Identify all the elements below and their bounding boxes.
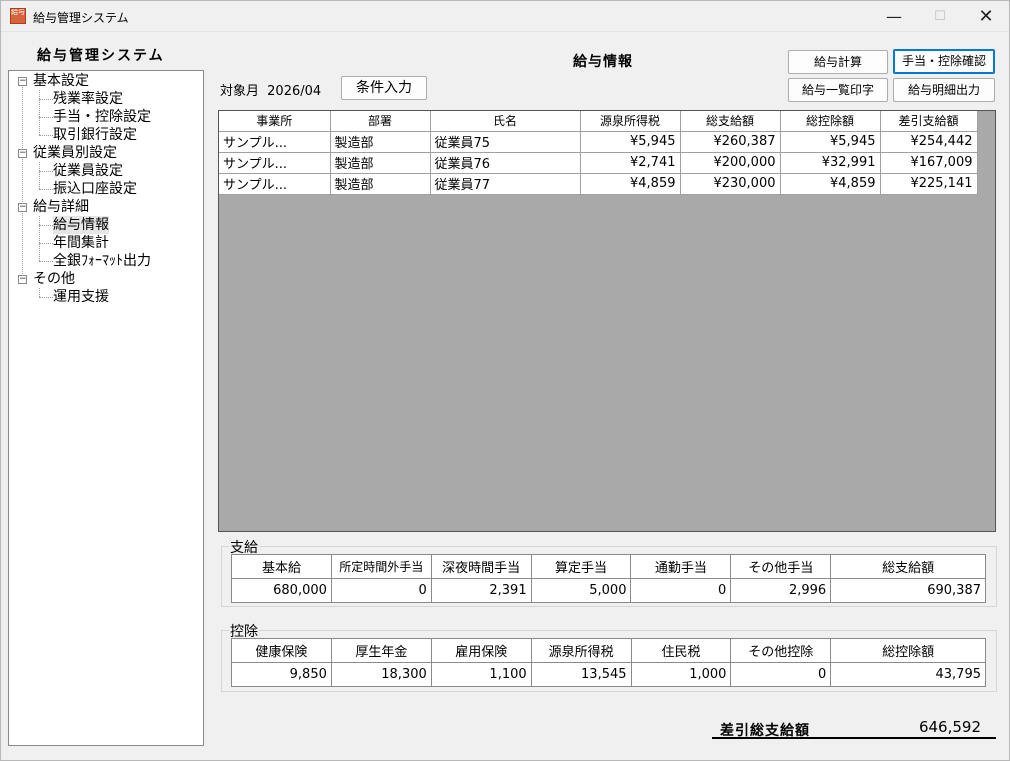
deduction-header: 住民税 — [630, 638, 732, 663]
grid-cell[interactable]: ¥254,442 — [880, 131, 978, 153]
payment-header: 通勤手当 — [630, 554, 732, 579]
payment-header: 所定時間外手当 — [330, 554, 432, 579]
condition-input-button[interactable]: 条件入力 — [341, 76, 427, 100]
target-month-value: 2026/04 — [267, 84, 322, 99]
collapse-icon[interactable]: − — [18, 77, 27, 86]
navigation-tree: − 基本設定 残業率設定 手当・控除設定 取引銀行設定 − 従業員別設定 従業員… — [8, 70, 204, 746]
grid-cell[interactable]: サンプル... — [219, 173, 331, 195]
grid-cell[interactable]: ¥32,991 — [780, 152, 881, 174]
tree-item-bank-settings[interactable]: 取引銀行設定 — [53, 126, 137, 144]
tree-node-basic-settings[interactable]: 基本設定 — [33, 72, 89, 90]
deduction-header: その他控除 — [730, 638, 832, 663]
deduction-value: 0 — [730, 662, 832, 687]
deduction-value: 9,850 — [231, 662, 332, 687]
grid-header[interactable]: 事業所 — [219, 111, 331, 132]
grid-cell[interactable]: ¥200,000 — [680, 152, 781, 174]
grid-cell[interactable]: サンプル... — [219, 131, 331, 153]
table-row[interactable]: サンプル... 製造部 従業員76 ¥2,741 ¥200,000 ¥32,99… — [219, 152, 978, 174]
table-row[interactable]: サンプル... 製造部 従業員75 ¥5,945 ¥260,387 ¥5,945… — [219, 131, 978, 153]
deduction-header: 総控除額 — [830, 638, 986, 663]
deduction-value: 13,545 — [530, 662, 632, 687]
grid-header[interactable]: 部署 — [330, 111, 431, 132]
payment-header: 基本給 — [231, 554, 332, 579]
grid-cell[interactable]: 従業員77 — [430, 173, 581, 195]
close-icon[interactable]: ✕ — [963, 1, 1009, 32]
grid-cell[interactable]: 製造部 — [330, 173, 431, 195]
page-title: 給与情報 — [573, 54, 633, 70]
tree-item-allowance-settings[interactable]: 手当・控除設定 — [53, 108, 151, 126]
allowance-check-button[interactable]: 手当・控除確認 — [893, 49, 995, 74]
list-print-button[interactable]: 給与一覧印字 — [788, 78, 888, 102]
payment-value: 0 — [330, 578, 432, 603]
payroll-grid[interactable]: 事業所 部署 氏名 源泉所得税 総支給額 総控除額 差引支給額 サンプル... … — [218, 110, 996, 532]
deduction-header: 雇用保険 — [430, 638, 532, 663]
tree-item-employee-config[interactable]: 従業員設定 — [53, 162, 123, 180]
deduction-total: 43,795 — [830, 662, 986, 687]
grid-header[interactable]: 総支給額 — [680, 111, 781, 132]
deduction-header: 厚生年金 — [330, 638, 432, 663]
payment-value: 2,996 — [730, 578, 832, 603]
grid-cell[interactable]: ¥4,859 — [780, 173, 881, 195]
calc-button[interactable]: 給与計算 — [788, 50, 888, 74]
collapse-icon[interactable]: − — [18, 203, 27, 212]
payment-header: 総支給額 — [830, 554, 986, 579]
sidebar-title: 給与管理システム — [37, 48, 165, 64]
grid-cell[interactable]: ¥2,741 — [580, 152, 681, 174]
grid-header[interactable]: 氏名 — [430, 111, 581, 132]
payment-total: 690,387 — [830, 578, 986, 603]
app-logo-icon: 給与 — [10, 8, 26, 24]
grid-cell[interactable]: ¥4,859 — [580, 173, 681, 195]
collapse-icon[interactable]: − — [18, 275, 27, 284]
net-pay-value: 646,592 — [918, 718, 981, 736]
tree-item-zengin-export[interactable]: 全銀ﾌｫｰﾏｯﾄ出力 — [53, 252, 151, 270]
tree-item-operation-support[interactable]: 運用支援 — [53, 288, 109, 306]
grid-cell[interactable]: ¥167,009 — [880, 152, 978, 174]
payment-header: 算定手当 — [530, 554, 632, 579]
tree-item-payroll-info[interactable]: 給与情報 — [53, 216, 109, 234]
collapse-icon[interactable]: − — [18, 149, 27, 158]
grid-cell[interactable]: 従業員75 — [430, 131, 581, 153]
tree-node-other[interactable]: その他 — [33, 270, 75, 288]
grid-cell[interactable]: ¥260,387 — [680, 131, 781, 153]
table-row[interactable]: サンプル... 製造部 従業員77 ¥4,859 ¥230,000 ¥4,859… — [219, 173, 978, 195]
tree-item-transfer-account[interactable]: 振込口座設定 — [53, 180, 137, 198]
payment-value: 2,391 — [430, 578, 532, 603]
grid-cell[interactable]: 製造部 — [330, 152, 431, 174]
payment-table: 基本給 所定時間外手当 深夜時間手当 算定手当 通勤手当 その他手当 総支給額 … — [231, 554, 986, 603]
minimize-icon[interactable]: — — [871, 1, 917, 32]
detail-output-button[interactable]: 給与明細出力 — [893, 78, 995, 102]
target-month: 対象月 2026/04 — [220, 80, 321, 99]
app-window: 給与 給与管理システム — ☐ ✕ 給与管理システム − 基本設定 残業率設定 … — [0, 0, 1010, 761]
payment-header: 深夜時間手当 — [430, 554, 532, 579]
grid-cell[interactable]: ¥5,945 — [580, 131, 681, 153]
grid-header[interactable]: 総控除額 — [780, 111, 881, 132]
payment-value: 0 — [630, 578, 732, 603]
maximize-icon[interactable]: ☐ — [917, 1, 963, 32]
payment-value: 680,000 — [231, 578, 332, 603]
tree-node-employee-settings[interactable]: 従業員別設定 — [33, 144, 117, 162]
grid-cell[interactable]: ¥230,000 — [680, 173, 781, 195]
grid-cell[interactable]: 従業員76 — [430, 152, 581, 174]
deduction-value: 1,000 — [630, 662, 732, 687]
net-pay-underline — [712, 737, 996, 739]
deduction-value: 18,300 — [330, 662, 432, 687]
grid-cell[interactable]: 製造部 — [330, 131, 431, 153]
grid-header[interactable]: 源泉所得税 — [580, 111, 681, 132]
deduction-header: 健康保険 — [231, 638, 332, 663]
grid-cell[interactable]: サンプル... — [219, 152, 331, 174]
grid-header[interactable]: 差引支給額 — [880, 111, 978, 132]
grid-cell[interactable]: ¥225,141 — [880, 173, 978, 195]
deduction-value: 1,100 — [430, 662, 532, 687]
tree-node-payroll-detail[interactable]: 給与詳細 — [33, 198, 89, 216]
target-month-label: 対象月 — [220, 84, 260, 99]
deduction-header: 源泉所得税 — [530, 638, 632, 663]
deduction-table: 健康保険 厚生年金 雇用保険 源泉所得税 住民税 その他控除 総控除額 9,85… — [231, 638, 986, 687]
tree-item-annual-summary[interactable]: 年間集計 — [53, 234, 109, 252]
tree-item-overtime-rate[interactable]: 残業率設定 — [53, 90, 123, 108]
payment-header: その他手当 — [730, 554, 832, 579]
grid-cell[interactable]: ¥5,945 — [780, 131, 881, 153]
window-title: 給与管理システム — [33, 11, 129, 25]
title-bar: 給与 給与管理システム — ☐ ✕ — [1, 1, 1009, 32]
payment-value: 5,000 — [530, 578, 632, 603]
